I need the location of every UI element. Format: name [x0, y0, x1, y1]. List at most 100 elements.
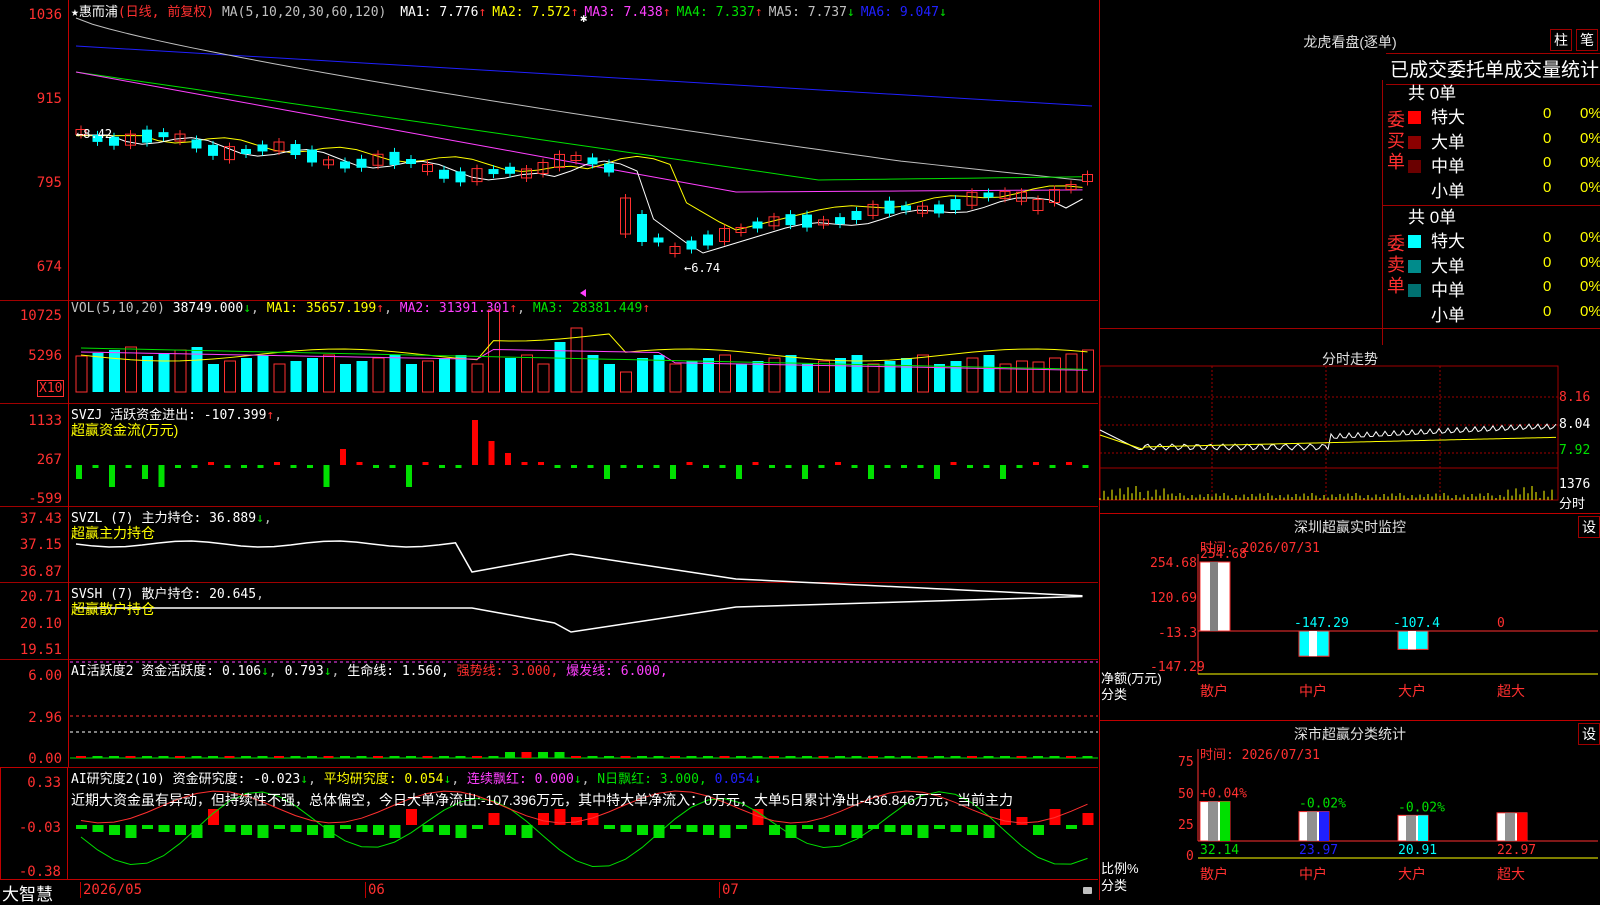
research-bar: [224, 825, 236, 832]
monitor-panel[interactable]: 深圳超赢实时监控 设 时间: 2026/07/31 254.68 散户 -147.2…: [1099, 513, 1600, 720]
flow-bar: [274, 462, 280, 465]
row-percent: 0%: [1580, 129, 1600, 147]
volume-bar: [802, 364, 813, 392]
flow-bar: [521, 462, 528, 465]
active-bar: [818, 756, 829, 758]
monitor-chart[interactable]: 254.68 散户 -147.29 中户 -107.4 大户 0 超大: [1100, 514, 1600, 721]
flow-bar: [455, 465, 462, 468]
classify-bar-accent: [1220, 801, 1230, 841]
svzl-panel[interactable]: 37.43 37.15 36.87 SVZL (7) 主力持仓: 36.889↓…: [0, 506, 1098, 597]
active-bar: [571, 756, 581, 758]
star-icon[interactable]: ★: [71, 5, 79, 20]
active-bar: [109, 756, 119, 758]
research-bar: [505, 825, 516, 835]
active-bar: [983, 756, 994, 758]
volume-bar: [1065, 353, 1078, 393]
tick-mode-button[interactable]: 笔: [1576, 29, 1598, 51]
svzl-sub: 超赢主力持仓: [71, 525, 155, 541]
bar-mode-button[interactable]: 柱: [1550, 29, 1572, 51]
flow-bar: [884, 465, 891, 468]
classify-category: 超大: [1497, 866, 1525, 882]
candle-body: [653, 237, 664, 243]
active-bar: [125, 756, 136, 758]
longhu-divider: [1382, 80, 1383, 345]
research-bar: [142, 825, 153, 829]
color-swatch: [1408, 259, 1421, 273]
candle-body: [686, 240, 697, 250]
flow-bar: [472, 420, 478, 465]
flow-bar: [406, 465, 412, 487]
row-value: 0: [1543, 129, 1552, 147]
active-bar: [472, 756, 482, 758]
svsh-panel[interactable]: 20.71 20.10 19.51 SVSH (7) 散户持仓: 20.645,…: [0, 582, 1098, 660]
candle-body: [142, 129, 152, 143]
row-name: 小单: [1431, 305, 1465, 325]
volume-bar: [241, 358, 252, 392]
research-bar: [109, 825, 120, 835]
active-bar: [389, 756, 400, 758]
price-panel[interactable]: 1036 915 795 674 ★惠而浦(日线, 前复权) MA(5,10,2…: [0, 0, 1098, 301]
research-bar: [323, 825, 335, 838]
flow-bar: [208, 462, 214, 465]
bottom-bar: 大智慧 2026/05 06 07: [0, 879, 1098, 904]
classify-delta: -0.02%: [1299, 797, 1346, 812]
active-bar: [373, 756, 383, 758]
active-bar: [851, 756, 862, 758]
flow-bar: [109, 465, 115, 487]
ma-value: MA4: 7.337: [676, 5, 755, 20]
ai-research-legend: AI研究度2(10) 资金研究度: -0.023↓, 平均研究度: 0.054↓…: [71, 772, 762, 787]
research-bar: [307, 825, 318, 835]
research-bar: [290, 825, 302, 832]
row-name: 特大: [1431, 108, 1465, 127]
row-percent: 0%: [1580, 253, 1600, 271]
buy-row: 大单 0 0%: [1408, 128, 1600, 153]
fenshi-panel[interactable]: 分时走势 8.16 8.04 7.92 1376 分时: [1099, 345, 1600, 513]
flow-bar: [389, 465, 396, 468]
active-bar: [967, 756, 977, 758]
period-label[interactable]: (日线, 前复权): [118, 5, 214, 20]
volume-bar: [323, 354, 335, 393]
volume-bar: [736, 364, 747, 392]
svzj-panel[interactable]: 1133 267 -599 SVZJ 活跃资金进出: -107.399↑, 超赢…: [0, 403, 1098, 507]
monitor-bar-shade: [1309, 631, 1317, 657]
volume-bar: [521, 354, 533, 393]
lock-icon[interactable]: [1083, 887, 1092, 894]
color-swatch: [1408, 309, 1421, 322]
candle-body: [241, 148, 251, 154]
volume-bar: [1016, 360, 1028, 393]
active-bar: [686, 756, 697, 758]
ai-active-panel[interactable]: 6.00 2.96 0.00 AI活跃度2 资金活跃度: 0.106↓, 0.7…: [0, 659, 1098, 768]
brand-label[interactable]: 大智慧: [2, 880, 53, 905]
classify-chart[interactable]: +0.04% 32.14 散户 -0.02% 23.97 中户 -0.02% 20.91 大户 2…: [1100, 721, 1600, 901]
research-bar: [967, 825, 978, 835]
research-bar: [175, 825, 186, 835]
row-name: 小单: [1431, 181, 1465, 201]
flow-bar: [604, 465, 610, 479]
flow-bar: [175, 465, 181, 468]
volume-bar: [835, 358, 846, 392]
active-bar: [175, 756, 185, 758]
candle-body: [934, 204, 944, 214]
row-value: 0: [1543, 105, 1552, 122]
volume-bar: [620, 371, 632, 393]
classify-bar-accent: [1517, 812, 1527, 841]
flow-bar: [340, 449, 346, 465]
classify-panel[interactable]: 深市超赢分类统计 设 时间: 2026/07/31 +0.04% 32.14 散户 -…: [1099, 720, 1600, 900]
active-bar: [521, 752, 532, 758]
ma-arrow: ↓: [846, 5, 855, 20]
ai-research-panel[interactable]: 0.33 -0.03 -0.38 AI研究度2(10) 资金研究度: -0.02…: [0, 767, 1098, 880]
research-bar: [356, 825, 368, 832]
volume-bar: [208, 364, 219, 392]
active-bar: [703, 756, 713, 758]
candle-body: [158, 132, 169, 138]
research-bar: [274, 825, 285, 829]
volume-bar: [340, 364, 351, 392]
monitor-category: 大户: [1398, 683, 1426, 699]
price-chart[interactable]: [0, 0, 1098, 300]
research-bar: [637, 825, 648, 835]
volume-panel[interactable]: 10725 5296 X10 VOL(5,10,20) 38749.000↓, …: [0, 300, 1098, 404]
active-bar: [505, 752, 515, 758]
stock-name[interactable]: 惠而浦: [79, 5, 118, 20]
classify-category: 散户: [1200, 866, 1228, 882]
fenshi-chart[interactable]: [1099, 345, 1600, 513]
